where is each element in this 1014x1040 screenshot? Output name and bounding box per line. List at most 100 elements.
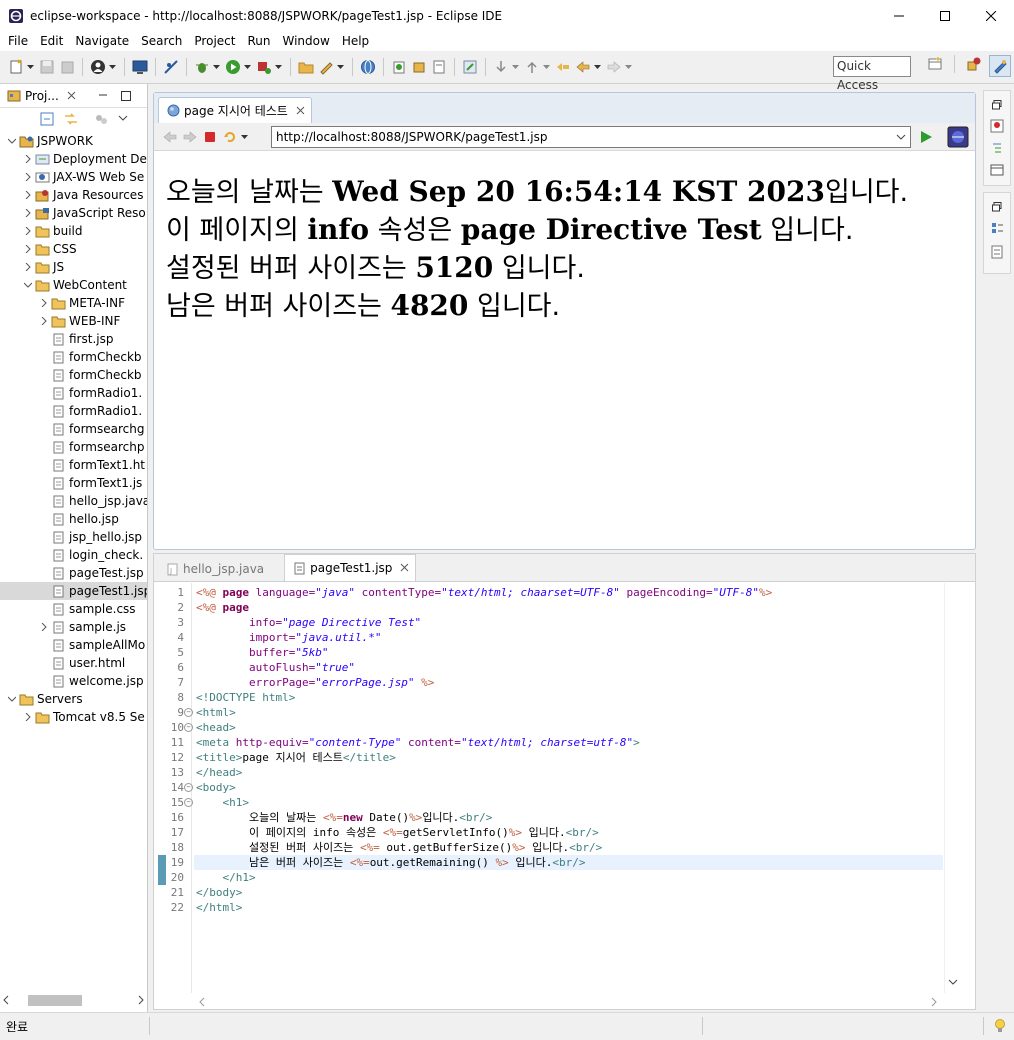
next-annotation-icon[interactable] [492,58,510,76]
view-menu-icon[interactable] [118,112,128,129]
tree-item[interactable]: Java Resources [0,186,147,204]
run-icon[interactable] [224,58,242,76]
user-icon[interactable] [89,58,107,76]
go-icon[interactable] [919,130,933,147]
code-area[interactable]: 1 2 3 4 5 6 7 8 9−10−11 12 13 14−15−16 17 18 19 20 21 22 … [154,583,975,993]
menu-search[interactable]: Search [135,34,188,48]
chevron-down-icon[interactable] [240,128,249,146]
scroll-down-icon[interactable] [948,976,958,989]
minimize-icon[interactable] [876,0,922,31]
tree-item[interactable]: sample.js [0,618,147,636]
tree-item[interactable]: JSPWORK [0,132,147,150]
tree-item[interactable]: Deployment De [0,150,147,168]
chevron-right-icon[interactable] [38,297,50,309]
link-with-editor-icon[interactable] [64,112,78,129]
tree-item[interactable]: WEB-INF [0,312,147,330]
globe-icon[interactable] [359,58,377,76]
scroll-right-icon[interactable] [137,994,145,1008]
restore-icon[interactable] [992,201,1002,215]
outline-icon[interactable] [990,141,1004,158]
chevron-right-icon[interactable] [22,225,34,237]
tree-item[interactable]: formText1.js [0,474,147,492]
fold-toggle-icon[interactable]: − [184,723,193,732]
project-explorer-hscrollbar[interactable] [2,992,145,1009]
refresh-icon[interactable] [221,128,239,146]
fold-toggle-icon[interactable]: − [184,783,193,792]
close-tab-icon[interactable] [400,561,409,575]
save-all-icon[interactable] [58,58,76,76]
last-edit-icon[interactable] [554,58,572,76]
collapse-all-icon[interactable] [40,112,54,129]
chevron-down-icon[interactable] [108,58,117,76]
chevron-right-icon[interactable] [22,207,34,219]
chevron-right-icon[interactable] [22,171,34,183]
lightbulb-icon[interactable] [994,1018,1006,1037]
quick-access-input[interactable]: Quick Access [833,56,911,92]
tree-item[interactable]: user.html [0,654,147,672]
new-class-icon[interactable] [390,58,408,76]
forward-icon[interactable] [181,128,199,146]
chevron-right-icon[interactable] [22,189,34,201]
close-icon[interactable] [968,0,1014,31]
tree-item[interactable]: META-INF [0,294,147,312]
minimize-view-icon[interactable] [98,90,108,104]
chevron-down-icon[interactable] [26,58,35,76]
back-icon[interactable] [574,58,592,76]
tree-item[interactable]: pageTest1.jsp [0,582,147,600]
editor-tab-hello-jsp-java[interactable]: J hello_jsp.java [158,557,284,581]
tree-item[interactable]: formsearchp [0,438,147,456]
java-ee-perspective-icon[interactable] [965,55,983,73]
chevron-down-icon[interactable] [6,135,18,147]
editor-vscrollbar[interactable] [944,583,960,993]
fold-toggle-icon[interactable]: − [184,708,193,717]
console-icon[interactable] [990,163,1004,180]
chevron-right-icon[interactable] [22,711,34,723]
tree-item[interactable]: sampleAllMo [0,636,147,654]
scroll-right-icon[interactable] [930,996,938,1010]
chevron-right-icon[interactable] [22,243,34,255]
task-list-icon[interactable] [990,221,1004,238]
skip-breakpoints-icon[interactable] [162,58,180,76]
tree-item[interactable]: formRadio1. [0,402,147,420]
open-type-icon[interactable] [461,58,479,76]
tree-item[interactable]: login_check. [0,546,147,564]
terminal-icon[interactable] [131,58,149,76]
filter-icon[interactable] [94,112,108,129]
menu-file[interactable]: File [2,34,34,48]
chevron-right-icon[interactable] [22,261,34,273]
chevron-down-icon[interactable] [336,58,345,76]
tree-item[interactable]: first.jsp [0,330,147,348]
chevron-down-icon[interactable] [511,58,520,76]
close-tab-icon[interactable] [67,89,76,103]
open-folder-icon[interactable] [297,58,315,76]
tree-item[interactable]: WebContent [0,276,147,294]
stop-icon[interactable] [201,128,219,146]
menu-run[interactable]: Run [241,34,276,48]
tree-item[interactable]: formRadio1. [0,384,147,402]
tree-item[interactable]: JAX-WS Web Se [0,168,147,186]
tree-item[interactable]: JS [0,258,147,276]
chevron-down-icon[interactable] [6,693,18,705]
chevron-down-icon[interactable] [624,58,633,76]
tree-item[interactable]: hello_jsp.java [0,492,147,510]
tree-item[interactable]: formsearchg [0,420,147,438]
scroll-left-icon[interactable] [198,996,206,1010]
tree-item[interactable]: Servers [0,690,147,708]
eclipse-browser-icon[interactable] [947,126,969,151]
previous-annotation-icon[interactable] [523,58,541,76]
markers-icon[interactable] [990,119,1004,136]
new-icon[interactable] [7,58,25,76]
save-icon[interactable] [38,58,56,76]
scroll-left-icon[interactable] [2,994,10,1008]
tree-item[interactable]: hello.jsp [0,510,147,528]
new-package-icon[interactable] [410,58,428,76]
menu-edit[interactable]: Edit [34,34,69,48]
tree-item[interactable]: welcome.jsp [0,672,147,690]
fold-toggle-icon[interactable]: − [184,798,193,807]
editor-hscrollbar[interactable] [194,994,944,1008]
restore-icon[interactable] [992,99,1002,113]
chevron-right-icon[interactable] [38,315,50,327]
debug-icon[interactable] [193,58,211,76]
chevron-down-icon[interactable] [896,127,906,153]
servers-icon[interactable] [990,245,1004,262]
